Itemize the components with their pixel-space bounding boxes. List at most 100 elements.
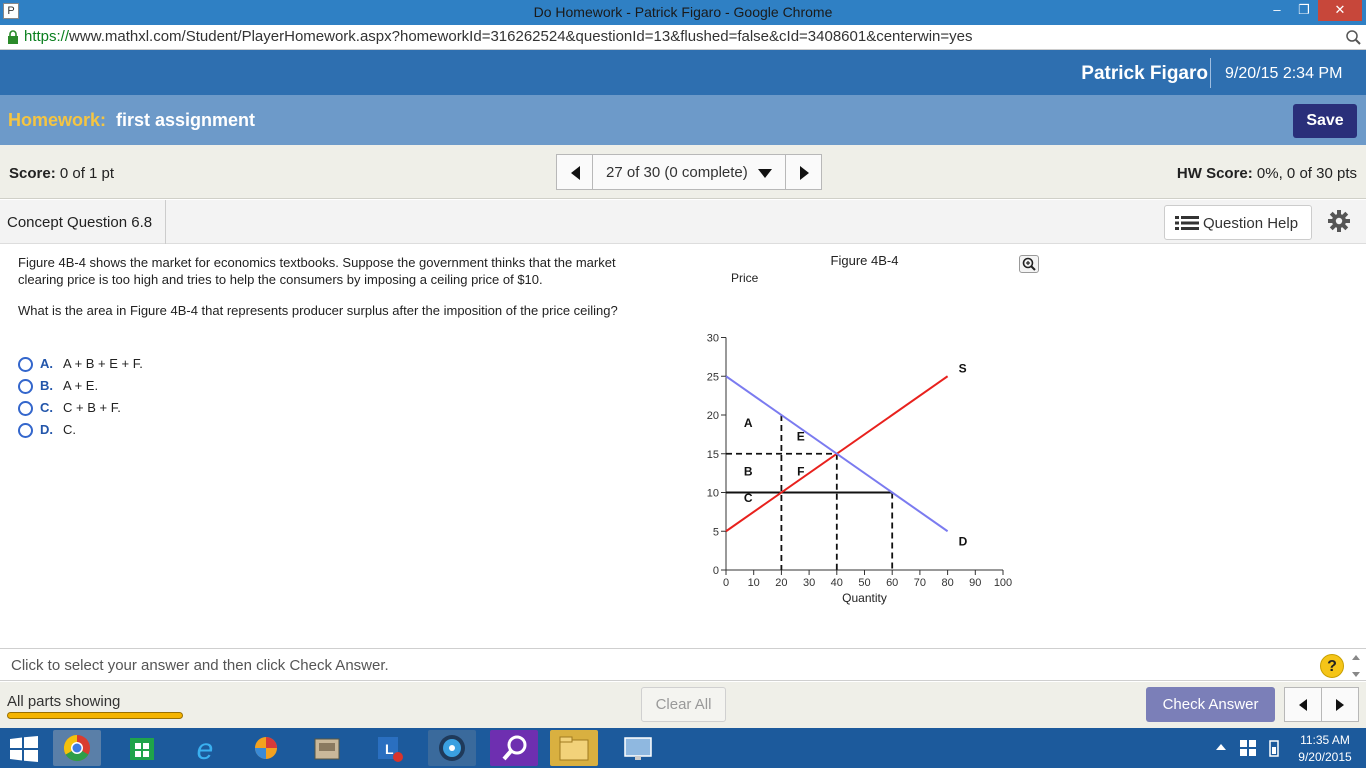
battery-icon[interactable] — [1268, 739, 1280, 757]
lock-icon — [8, 30, 18, 44]
x-tick-label: 10 — [748, 577, 760, 589]
x-tick-label: 80 — [941, 577, 953, 589]
lync-icon: L — [378, 737, 403, 762]
radio-icon[interactable] — [18, 423, 33, 439]
list-icon — [1175, 216, 1199, 230]
clear-all-button[interactable]: Clear All — [641, 687, 726, 722]
action-bar: All parts showing Clear All Check Answer — [0, 682, 1366, 728]
y-tick-label: 30 — [707, 333, 719, 345]
y-axis-label: Price — [731, 271, 759, 285]
question-text-2: What is the area in Figure 4B-4 that rep… — [18, 303, 618, 318]
question-help-label: Question Help — [1203, 215, 1299, 232]
x-tick-label: 60 — [886, 577, 898, 589]
minimize-button[interactable]: – — [1264, 0, 1290, 21]
question-text-1: Figure 4B-4 shows the market for economi… — [18, 255, 616, 287]
hint-text: Click to select your answer and then cli… — [11, 657, 389, 674]
user-name: Patrick Figaro — [1081, 63, 1208, 84]
taskbar: e L 11:35 AM 9/20/2015 — [0, 728, 1366, 768]
window-title: Do Homework - Patrick Figaro - Google Ch… — [533, 4, 833, 20]
triangle-right-icon — [1336, 699, 1344, 711]
help-question-icon[interactable]: ? — [1320, 654, 1344, 678]
score-bar: Score: 0 of 1 pt 27 of 30 (0 complete) H… — [0, 145, 1366, 199]
question-selector[interactable]: 27 of 30 (0 complete) — [592, 154, 786, 190]
next-question-button[interactable] — [785, 154, 822, 190]
y-tick-label: 5 — [713, 526, 719, 538]
site-header: Patrick Figaro 9/20/15 2:34 PM — [0, 50, 1366, 95]
gear-icon[interactable] — [1327, 209, 1351, 233]
option-d[interactable]: D. C. — [18, 422, 76, 439]
address-bar[interactable]: https://www.mathxl.com/Student/PlayerHom… — [0, 25, 1366, 50]
radio-icon[interactable] — [18, 401, 33, 417]
network-icon[interactable] — [1240, 740, 1256, 756]
option-b[interactable]: B. A + E. — [18, 378, 98, 395]
triangle-left-icon — [571, 166, 580, 180]
all-parts-label: All parts showing — [7, 693, 121, 710]
file-explorer-taskbar-button[interactable] — [550, 730, 598, 766]
check-answer-button[interactable]: Check Answer — [1146, 687, 1275, 722]
caret-down-icon — [758, 169, 772, 178]
concept-bar: Concept Question 6.8 Question Help — [0, 200, 1366, 244]
chart-title: Figure 4B-4 — [831, 253, 899, 268]
screen-taskbar-button[interactable] — [614, 730, 662, 766]
store-icon — [130, 738, 154, 760]
area-label-a: A — [744, 416, 753, 430]
chrome-taskbar-button[interactable] — [53, 730, 101, 766]
y-tick-label: 25 — [707, 371, 719, 383]
scanner-icon — [314, 738, 340, 760]
y-tick-label: 15 — [707, 449, 719, 461]
prev-part-button[interactable] — [1284, 687, 1322, 722]
taskbar-date[interactable]: 9/20/2015 — [1290, 750, 1360, 764]
option-a[interactable]: A. A + B + E + F. — [18, 356, 143, 373]
x-axis-label: Quantity — [842, 591, 887, 605]
pinwheel-icon — [255, 737, 277, 759]
windows-start-icon[interactable] — [10, 736, 38, 762]
search-icon — [502, 735, 527, 761]
supply-label: S — [959, 362, 967, 376]
scanner-taskbar-button[interactable] — [303, 730, 351, 766]
restore-button[interactable]: ❐ — [1290, 0, 1318, 21]
url-text: https://www.mathxl.com/Student/PlayerHom… — [24, 28, 973, 45]
enlarge-figure-button[interactable] — [1019, 255, 1039, 273]
monitor-icon — [624, 737, 652, 760]
folder-icon — [559, 736, 589, 761]
radio-icon[interactable] — [18, 357, 33, 373]
search-taskbar-button[interactable] — [490, 730, 538, 766]
y-tick-label: 20 — [707, 410, 719, 422]
triangle-left-icon — [1299, 699, 1307, 711]
figure-4b-4-chart: Figure 4B-4 Price Quantity 0 5 10 15 20 25 30 0 10 2… — [707, 253, 1012, 605]
y-tick-label: 10 — [707, 488, 719, 500]
prev-question-button[interactable] — [556, 154, 593, 190]
x-tick-label: 90 — [969, 577, 981, 589]
ie-taskbar-button[interactable]: e — [181, 730, 229, 766]
x-tick-label: 0 — [723, 577, 729, 589]
question-help-button[interactable]: Question Help — [1164, 205, 1312, 240]
svg-text:L: L — [385, 741, 394, 757]
area-label-e: E — [797, 430, 805, 444]
tray-chevron-up-icon[interactable] — [1215, 742, 1227, 752]
photos-taskbar-button[interactable] — [242, 730, 290, 766]
area-label-f: F — [797, 465, 804, 479]
x-tick-label: 40 — [831, 577, 843, 589]
area-label-b: B — [744, 465, 753, 479]
area-label-c: C — [744, 491, 753, 505]
x-tick-label: 20 — [775, 577, 787, 589]
demand-label: D — [959, 534, 968, 548]
triangle-right-icon — [800, 166, 809, 180]
radio-icon[interactable] — [18, 379, 33, 395]
hw-score: HW Score: 0%, 0 of 30 pts — [1176, 165, 1357, 182]
score: Score: 0 of 1 pt — [9, 165, 115, 182]
option-c[interactable]: C. C + B + F. — [18, 400, 121, 417]
zoom-icon[interactable] — [1345, 29, 1361, 45]
svg-text:e: e — [197, 733, 214, 766]
save-button[interactable]: Save — [1293, 104, 1357, 138]
close-button[interactable]: ✕ — [1318, 0, 1362, 21]
taskbar-time[interactable]: 11:35 AM — [1290, 733, 1360, 747]
media-taskbar-button[interactable] — [428, 730, 476, 766]
next-part-button[interactable] — [1321, 687, 1359, 722]
scroll-arrows-icon[interactable] — [1350, 653, 1362, 679]
store-taskbar-button[interactable] — [118, 730, 166, 766]
x-tick-label: 100 — [994, 577, 1012, 589]
magnify-plus-icon — [1022, 257, 1036, 271]
lync-taskbar-button[interactable]: L — [365, 730, 413, 766]
concept-title: Concept Question 6.8 — [0, 200, 166, 244]
